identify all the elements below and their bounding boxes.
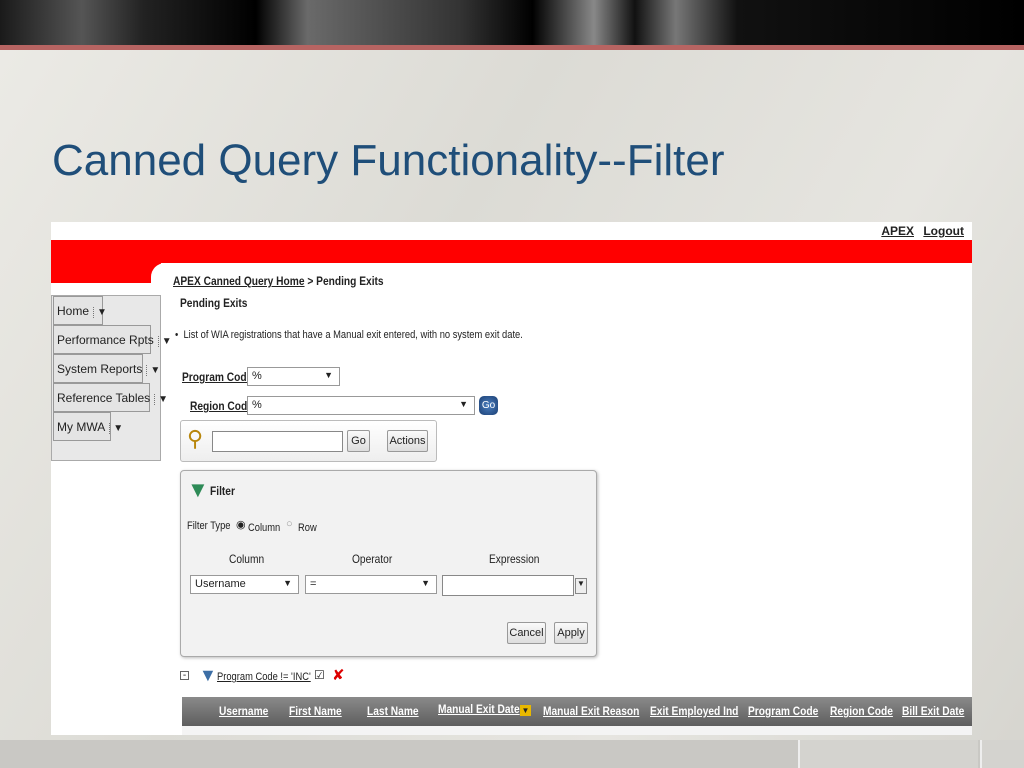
column-header: Column bbox=[229, 552, 265, 566]
program-code-label: Program Code bbox=[182, 370, 253, 384]
go-button[interactable]: Go bbox=[479, 396, 498, 415]
expression-dropdown-icon[interactable]: ▼ bbox=[575, 578, 587, 594]
col-last-name[interactable]: Last Name bbox=[367, 704, 419, 718]
search-input[interactable] bbox=[212, 431, 343, 452]
description-text: List of WIA registrations that have a Ma… bbox=[183, 329, 523, 341]
description: • List of WIA registrations that have a … bbox=[175, 329, 523, 341]
operator-header: Operator bbox=[352, 552, 393, 566]
filter-title: Filter bbox=[210, 484, 235, 498]
radio-row-label: Row bbox=[298, 522, 317, 534]
radio-column-label: Column bbox=[248, 522, 281, 534]
nav-label: Home bbox=[57, 304, 90, 318]
chevron-down-icon[interactable]: ▼ bbox=[93, 307, 107, 318]
filter-type-label: Filter Type bbox=[187, 520, 231, 532]
filter-panel: ▼ Filter Filter Type ◉ Column ○ Row Colu… bbox=[180, 470, 597, 657]
col-username[interactable]: Username bbox=[219, 704, 268, 718]
operator-select[interactable]: = ▼ bbox=[305, 575, 437, 594]
select-value: % bbox=[252, 399, 262, 411]
actions-button[interactable]: Actions bbox=[387, 430, 428, 452]
select-value: Username bbox=[195, 578, 246, 590]
remove-filter-icon[interactable]: ✘ bbox=[332, 666, 345, 684]
nav-label: Performance Rpts bbox=[57, 333, 154, 347]
select-value: % bbox=[252, 370, 262, 382]
col-program-code[interactable]: Program Code bbox=[748, 704, 818, 718]
chevron-down-icon[interactable]: ▼ bbox=[146, 365, 160, 376]
active-filter-link[interactable]: Program Code != 'INC' bbox=[217, 671, 311, 683]
top-links: APEX Logout bbox=[875, 224, 964, 238]
radio-row[interactable]: ○ bbox=[286, 518, 293, 530]
search-go-button[interactable]: Go bbox=[347, 430, 370, 452]
region-code-label: Region Code bbox=[190, 399, 253, 413]
col-bill-exit-date[interactable]: Bill Exit Date bbox=[902, 704, 964, 718]
region-code-select[interactable]: % ▼ bbox=[247, 396, 475, 415]
col-region-code[interactable]: Region Code bbox=[830, 704, 893, 718]
sort-desc-icon[interactable]: ▼ bbox=[520, 705, 531, 716]
dropdown-arrow-icon: ▼ bbox=[283, 578, 292, 588]
header-bar-left bbox=[51, 263, 161, 283]
apply-button[interactable]: Apply bbox=[554, 622, 588, 644]
breadcrumb-home-link[interactable]: APEX Canned Query Home bbox=[173, 274, 305, 288]
col-manual-exit-reason[interactable]: Manual Exit Reason bbox=[543, 704, 639, 718]
funnel-icon: ▼ bbox=[187, 477, 209, 502]
header-banner-image bbox=[0, 0, 1024, 45]
expression-header: Expression bbox=[489, 552, 540, 566]
nav-label: System Reports bbox=[57, 362, 143, 376]
search-icon[interactable]: ⚲ bbox=[187, 426, 203, 452]
table-row bbox=[182, 726, 972, 735]
breadcrumb-separator: > bbox=[304, 274, 317, 288]
col-manual-exit-date[interactable]: Manual Exit Date bbox=[438, 702, 520, 716]
chevron-down-icon[interactable]: ▼ bbox=[157, 336, 172, 347]
app-screenshot: APEX Logout APEX Canned Query Home > Pen… bbox=[51, 222, 972, 735]
search-bar: ⚲ Go Actions bbox=[180, 420, 437, 462]
filter-enable-checkbox[interactable]: ☑ bbox=[314, 668, 325, 682]
nav-label: My MWA bbox=[57, 420, 106, 434]
slide-title: Canned Query Functionality--Filter bbox=[52, 136, 725, 185]
dropdown-arrow-icon: ▼ bbox=[459, 399, 468, 409]
col-exit-employed-ind[interactable]: Exit Employed Ind bbox=[650, 704, 738, 718]
page-heading: Pending Exits bbox=[180, 296, 248, 310]
nav-system-reports[interactable]: System Reports ▼ bbox=[53, 354, 160, 383]
radio-column[interactable]: ◉ bbox=[236, 518, 246, 531]
sidebar: Home ▼ Performance Rpts ▼ System Reports ▼ … bbox=[51, 295, 172, 461]
cancel-button[interactable]: Cancel bbox=[507, 622, 546, 644]
breadcrumb-current: Pending Exits bbox=[316, 274, 384, 288]
nav-label: Reference Tables bbox=[57, 391, 151, 405]
dropdown-arrow-icon: ▼ bbox=[324, 370, 333, 380]
nav-my-mwa[interactable]: My MWA ▼ bbox=[53, 412, 123, 441]
expression-input[interactable] bbox=[442, 575, 574, 596]
nav-performance-rpts[interactable]: Performance Rpts ▼ bbox=[53, 325, 172, 354]
breadcrumb: APEX Canned Query Home > Pending Exits bbox=[173, 274, 384, 288]
dropdown-arrow-icon: ▼ bbox=[421, 578, 430, 588]
chevron-down-icon[interactable]: ▼ bbox=[154, 394, 168, 405]
nav-home[interactable]: Home ▼ bbox=[53, 296, 107, 325]
app-header-bar bbox=[51, 240, 972, 263]
funnel-icon: ▼ bbox=[199, 665, 217, 685]
footer-segment bbox=[980, 740, 1024, 768]
report-table-header: Username First Name Last Name Manual Exi… bbox=[182, 697, 972, 726]
apex-link[interactable]: APEX bbox=[881, 224, 914, 238]
select-value: = bbox=[310, 578, 317, 590]
column-select[interactable]: Username ▼ bbox=[190, 575, 299, 594]
logout-link[interactable]: Logout bbox=[923, 224, 964, 238]
col-first-name[interactable]: First Name bbox=[289, 704, 342, 718]
collapse-icon[interactable]: - bbox=[180, 671, 189, 681]
chevron-down-icon[interactable]: ▼ bbox=[109, 423, 123, 434]
header-stripe bbox=[0, 45, 1024, 50]
footer-segment bbox=[798, 740, 978, 768]
program-code-select[interactable]: % ▼ bbox=[247, 367, 340, 386]
nav-reference-tables[interactable]: Reference Tables ▼ bbox=[53, 383, 168, 412]
